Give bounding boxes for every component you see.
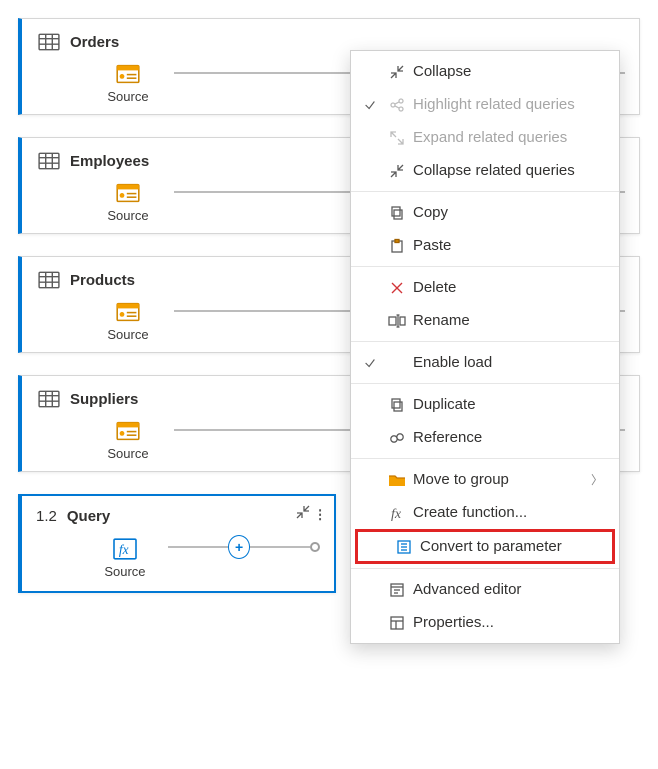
menu-highlight-related[interactable]: Highlight related queries: [351, 88, 619, 121]
menu-paste[interactable]: Paste: [351, 229, 619, 262]
datasource-icon: [115, 420, 141, 442]
expand-icon: [385, 130, 409, 146]
step-source[interactable]: Source: [82, 538, 168, 579]
collapse-icon[interactable]: [295, 504, 311, 525]
table-icon: [36, 388, 62, 410]
menu-expand-related[interactable]: Expand related queries: [351, 121, 619, 154]
delete-icon: [385, 280, 409, 296]
menu-separator: [351, 568, 619, 569]
menu-create-function[interactable]: Create function...: [351, 496, 619, 529]
share-icon: [385, 97, 409, 113]
connector: [174, 72, 354, 74]
connector: [168, 546, 228, 548]
table-icon: [36, 269, 62, 291]
menu-enable-load[interactable]: Enable load: [351, 346, 619, 379]
connector: [250, 546, 310, 548]
step-source[interactable]: Source: [82, 63, 174, 104]
parameter-icon: [392, 539, 416, 555]
step-source[interactable]: Source: [82, 420, 174, 461]
add-step-button[interactable]: +: [228, 535, 251, 559]
connector: [174, 191, 354, 193]
menu-separator: [351, 383, 619, 384]
menu-separator: [351, 341, 619, 342]
folder-icon: [385, 473, 409, 487]
copy-icon: [385, 205, 409, 221]
card-title: Suppliers: [70, 391, 138, 408]
collapse-icon: [385, 64, 409, 80]
reference-icon: [385, 430, 409, 446]
query-card-query[interactable]: 1.2 Query ⁝ Source +: [18, 494, 336, 593]
menu-advanced-editor[interactable]: Advanced editor: [351, 573, 619, 606]
menu-duplicate[interactable]: Duplicate: [351, 388, 619, 421]
query-type-badge: 1.2: [36, 508, 57, 525]
fx-icon: [385, 505, 409, 521]
step-source[interactable]: Source: [82, 301, 174, 342]
duplicate-icon: [385, 397, 409, 413]
fx-icon: [112, 538, 138, 560]
datasource-icon: [115, 63, 141, 85]
menu-properties[interactable]: Properties...: [351, 606, 619, 639]
query-steps: Source +: [36, 531, 320, 581]
connector: [174, 429, 354, 431]
datasource-icon: [115, 301, 141, 323]
menu-separator: [351, 191, 619, 192]
flow-end-dot: [310, 542, 320, 552]
highlighted-menu-item: Convert to parameter: [355, 529, 615, 564]
connector: [174, 310, 354, 312]
rename-icon: [385, 314, 409, 328]
collapse-icon: [385, 163, 409, 179]
properties-icon: [385, 615, 409, 631]
table-icon: [36, 150, 62, 172]
menu-collapse[interactable]: Collapse: [351, 55, 619, 88]
menu-delete[interactable]: Delete: [351, 271, 619, 304]
menu-separator: [351, 458, 619, 459]
step-source[interactable]: Source: [82, 182, 174, 223]
menu-collapse-related[interactable]: Collapse related queries: [351, 154, 619, 187]
check-icon: [359, 356, 381, 370]
editor-icon: [385, 582, 409, 598]
check-icon: [359, 98, 381, 112]
datasource-icon: [115, 182, 141, 204]
card-title: Products: [70, 272, 135, 289]
context-menu: Collapse Highlight related queries Expan…: [350, 50, 620, 644]
paste-icon: [385, 238, 409, 254]
card-title: Orders: [70, 34, 119, 51]
more-icon[interactable]: ⁝: [317, 510, 324, 520]
menu-move-to-group[interactable]: Move to group 〉: [351, 463, 619, 496]
menu-separator: [351, 266, 619, 267]
menu-copy[interactable]: Copy: [351, 196, 619, 229]
menu-rename[interactable]: Rename: [351, 304, 619, 337]
card-title: Employees: [70, 153, 149, 170]
chevron-right-icon: 〉: [591, 471, 605, 488]
card-title: Query: [67, 508, 110, 525]
menu-reference[interactable]: Reference: [351, 421, 619, 454]
table-icon: [36, 31, 62, 53]
menu-convert-to-parameter[interactable]: Convert to parameter: [358, 532, 612, 561]
